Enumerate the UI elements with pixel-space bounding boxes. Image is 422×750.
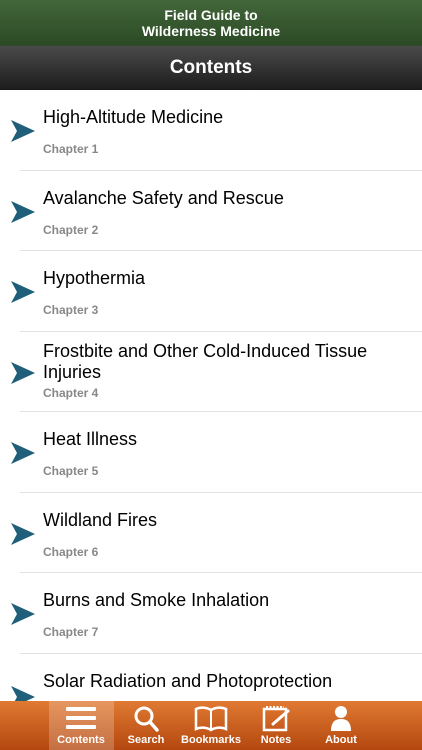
person-icon	[331, 706, 351, 731]
notepad-icon	[262, 706, 290, 732]
tab-search[interactable]: Search	[114, 701, 179, 750]
chapter-title: Wildland Fires	[43, 509, 158, 530]
chapter-row-6[interactable]: Wildland Fires Chapter 6	[0, 493, 422, 574]
chapter-number: Chapter 4	[43, 385, 99, 400]
app-header: Field Guide to Wilderness Medicine	[0, 0, 422, 46]
chapter-title: Burns and Smoke Inhalation	[43, 590, 270, 610]
tab-about[interactable]: About	[309, 701, 374, 750]
chapter-title: High-Altitude Medicine	[43, 107, 224, 127]
chapter-title: Hypothermia	[43, 268, 146, 288]
chapter-number: Chapter 2	[43, 222, 99, 237]
tab-label: About	[325, 734, 357, 746]
chapter-title: Heat Illness	[43, 429, 138, 449]
chapter-row-8[interactable]: Solar Radiation and Photoprotection	[0, 654, 422, 701]
chapter-number: Chapter 7	[43, 625, 99, 639]
chapter-title: Avalanche Safety and Rescue	[43, 187, 284, 208]
tab-label: Notes	[260, 734, 292, 746]
chapter-title: Frostbite and Other Cold-Induced Tissue …	[43, 340, 368, 382]
chapter-title: Solar Radiation and Photoprotection	[43, 670, 333, 691]
app-title-line1: Field Guide to	[164, 7, 258, 23]
chevron-right-icon	[11, 281, 35, 303]
chapter-number: Chapter 5	[43, 464, 99, 478]
chapter-row-5[interactable]: Heat Illness Chapter 5	[0, 412, 422, 493]
chevron-right-icon	[11, 685, 35, 701]
chevron-right-icon	[11, 200, 35, 223]
chevron-right-icon	[11, 603, 35, 625]
chapter-row-7[interactable]: Burns and Smoke Inhalation Chapter 7	[0, 573, 422, 654]
tab-contents[interactable]: Contents	[48, 701, 114, 750]
tab-notes[interactable]: Notes	[244, 701, 309, 750]
app-title-line2: Wilderness Medicine	[141, 23, 281, 39]
book-icon	[194, 706, 228, 732]
tab-label: Bookmarks	[181, 734, 241, 746]
nav-title: Contents	[169, 57, 253, 78]
chapter-row-4[interactable]: Frostbite and Other Cold-Induced Tissue …	[0, 332, 422, 413]
chapter-row-1[interactable]: High-Altitude Medicine Chapter 1	[0, 90, 422, 171]
search-icon	[134, 706, 159, 732]
chevron-right-icon	[11, 522, 35, 545]
chapter-row-3[interactable]: Hypothermia Chapter 3	[0, 251, 422, 332]
chevron-right-icon	[11, 361, 35, 384]
chevron-right-icon	[11, 120, 35, 142]
chapter-number: Chapter 3	[43, 303, 99, 317]
chapter-number: Chapter 1	[43, 142, 99, 156]
chevron-right-icon	[11, 442, 35, 464]
list-icon	[66, 707, 96, 729]
chapter-number: Chapter 6	[43, 544, 99, 559]
tab-label: Contents	[57, 734, 105, 746]
tab-label: Search	[127, 734, 165, 746]
tab-bookmarks[interactable]: Bookmarks	[179, 701, 244, 750]
chapter-row-2[interactable]: Avalanche Safety and Rescue Chapter 2	[0, 171, 422, 252]
tab-bar: Contents Search Bookmarks Notes About	[0, 701, 422, 750]
chapter-list[interactable]: High-Altitude Medicine Chapter 1 Avalanc…	[0, 90, 422, 701]
nav-bar: Contents	[0, 46, 422, 90]
